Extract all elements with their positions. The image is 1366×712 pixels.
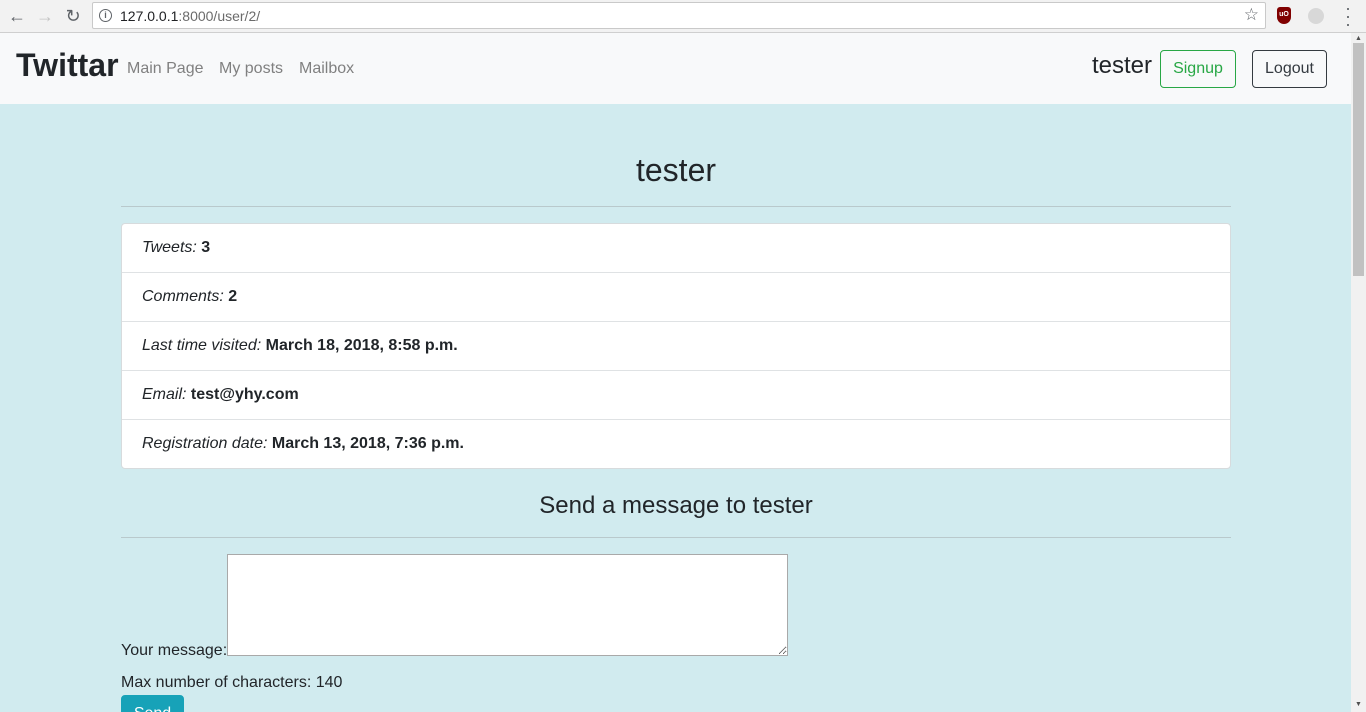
nav-link-my-posts[interactable]: My posts [219,60,283,78]
info-value: March 18, 2018, 8:58 p.m. [265,337,458,354]
message-label: Your message: [121,642,228,659]
info-value: 2 [228,288,238,305]
info-value: March 13, 2018, 7:36 p.m. [271,435,464,452]
info-label: Last time visited: [142,337,262,354]
max-chars-hint: Max number of characters: 140 [121,674,343,691]
nav-link-main-page[interactable]: Main Page [127,60,204,78]
info-label: Registration date: [142,435,268,452]
nav-username: tester [1092,52,1153,79]
info-label: Tweets: [142,239,197,256]
url-text[interactable]: 127.0.0.1:8000/user/2/ [120,8,260,24]
info-label: Email: [142,386,187,403]
profile-info-list: Tweets: 3 Comments: 2 Last time visited:… [121,223,1231,469]
divider [121,206,1231,207]
nav-link-mailbox[interactable]: Mailbox [299,60,354,78]
reload-icon[interactable]: ↻ [62,5,84,27]
message-section-title: Send a message to tester [539,492,813,519]
browser-menu-icon[interactable]: · · · [1342,0,1354,33]
navbar: Twittar Main Page My posts Mailbox teste… [0,33,1351,104]
scroll-up-arrow-icon[interactable]: ▲ [1355,35,1362,42]
bookmark-star-icon[interactable]: ☆ [1244,5,1259,25]
forward-arrow-icon[interactable]: → [34,5,56,27]
profile-title: tester [635,152,717,188]
page-scrollbar[interactable]: ▲ ▼ [1351,33,1366,712]
info-item-comments: Comments: 2 [122,273,1230,322]
url-path: :8000/user/2/ [178,8,261,24]
message-textarea[interactable] [227,554,788,656]
url-host: 127.0.0.1 [120,8,179,24]
divider [121,537,1231,538]
address-bar[interactable]: i 127.0.0.1:8000/user/2/ ☆ [92,2,1266,29]
info-item-registration-date: Registration date: March 13, 2018, 7:36 … [122,420,1230,468]
scroll-thumb[interactable] [1353,43,1364,276]
site-info-icon[interactable]: i [99,9,112,22]
logout-button[interactable]: Logout [1252,50,1327,88]
back-arrow-icon[interactable]: ← [6,5,28,27]
info-item-last-visited: Last time visited: March 18, 2018, 8:58 … [122,322,1230,371]
ublock-extension-icon[interactable]: uO [1277,7,1291,24]
scroll-down-arrow-icon[interactable]: ▼ [1355,701,1362,708]
info-label: Comments: [142,288,224,305]
info-value: test@yhy.com [190,386,299,403]
info-item-email: Email: test@yhy.com [122,371,1230,420]
brand-logo[interactable]: Twittar [16,47,119,84]
info-value: 3 [201,239,211,256]
info-item-tweets: Tweets: 3 [122,224,1230,273]
extension-icon[interactable] [1308,8,1324,24]
signup-button[interactable]: Signup [1160,50,1236,88]
browser-toolbar: ← → ↻ i 127.0.0.1:8000/user/2/ ☆ uO · · · [0,0,1366,33]
send-button[interactable]: Send [121,695,184,712]
